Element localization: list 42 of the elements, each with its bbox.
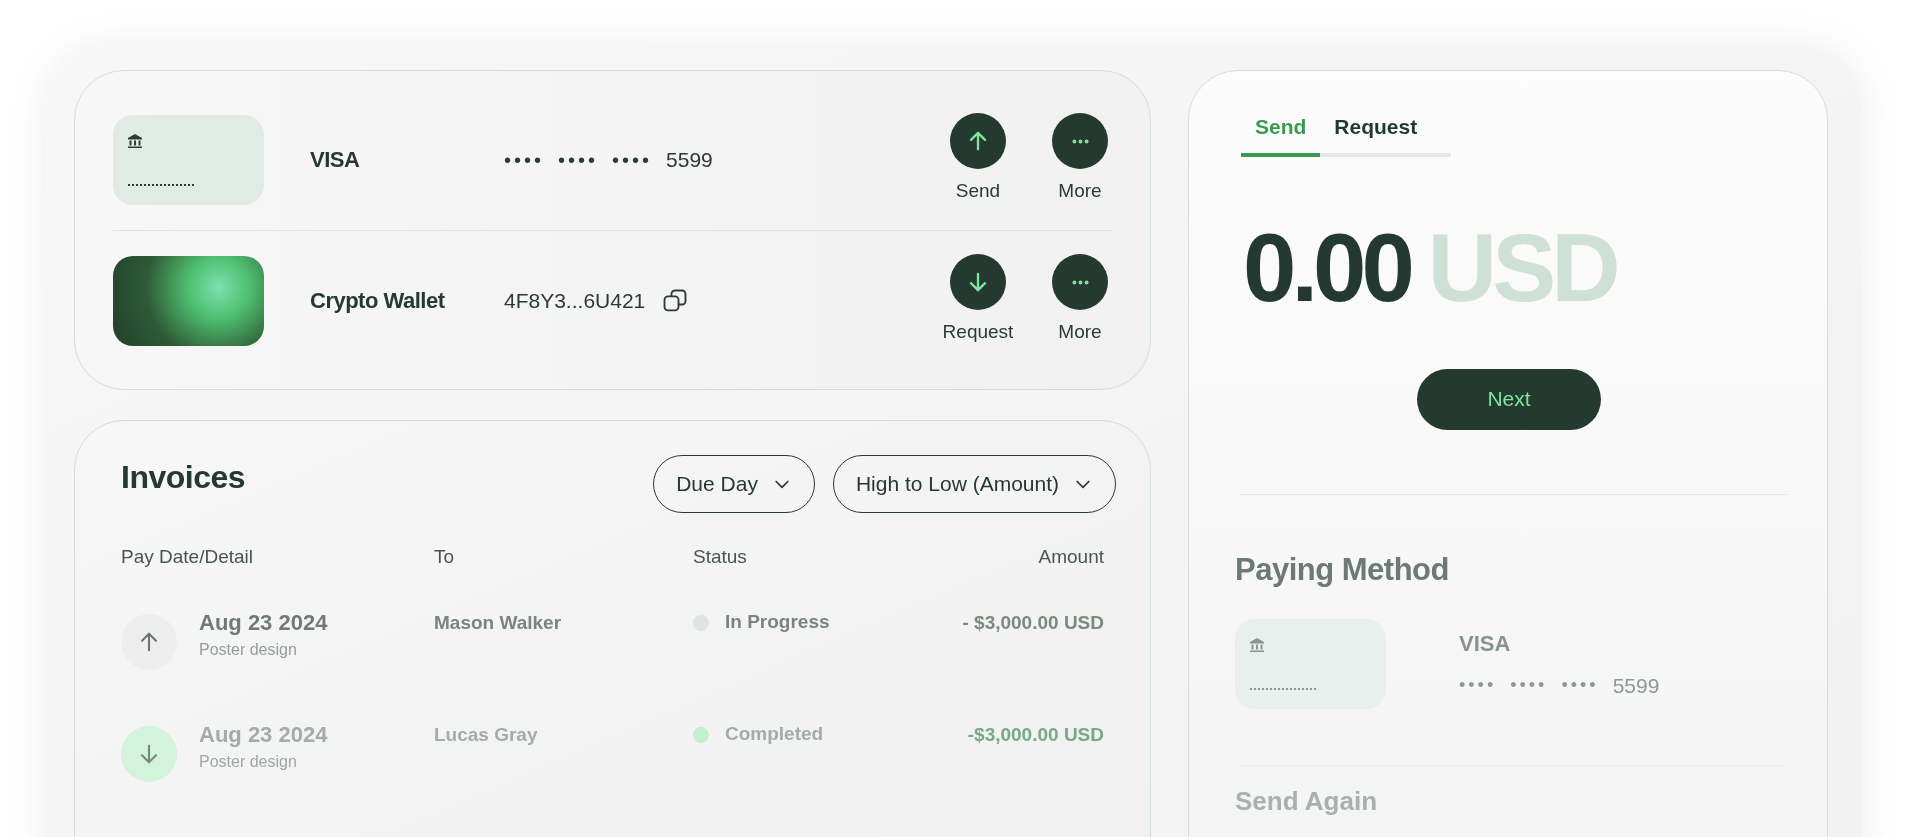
next-button[interactable]: Next — [1417, 368, 1601, 430]
invoice-date: Aug 23 2024 — [199, 720, 328, 749]
invoice-recipient: Mason Walker — [434, 610, 563, 635]
wallet-address: 4F8Y3...6U421 — [504, 287, 646, 314]
section-title: Paying Method — [1235, 550, 1450, 589]
masked-digits: •••• — [612, 147, 653, 173]
dotted-line-icon — [1249, 687, 1319, 691]
action-label: Request — [942, 320, 1014, 345]
dotted-line-icon — [127, 182, 197, 187]
invoice-status: Completed — [725, 722, 824, 747]
section-title: Send Again — [1235, 785, 1379, 818]
more-icon — [1071, 138, 1089, 144]
invoice-status: In Progress — [725, 610, 830, 635]
invoice-detail: Poster design — [199, 751, 298, 772]
column-header: To — [434, 545, 456, 569]
bank-icon — [1249, 637, 1265, 653]
invoice-amount: -$3,000.00 USD — [966, 722, 1104, 747]
column-header: Status — [693, 545, 748, 569]
masked-digits: •••• — [558, 147, 599, 173]
action-label: Send — [955, 179, 1001, 204]
more-icon — [1071, 279, 1089, 285]
masked-digits: •••• — [504, 147, 544, 173]
card-last-digits: 5599 — [1612, 672, 1660, 699]
amount-value: 0.00 — [1243, 212, 1410, 323]
account-name: Crypto Wallet — [309, 287, 446, 315]
card-last-digits: 5599 — [666, 146, 713, 173]
masked-digits: •••• — [1459, 674, 1497, 697]
card-name: VISA — [1459, 629, 1512, 658]
masked-digits: •••• — [1510, 674, 1548, 697]
column-header: Amount — [1037, 545, 1104, 569]
invoice-detail: Poster design — [199, 639, 298, 660]
invoice-recipient: Lucas Gray — [434, 722, 539, 747]
masked-digits: •••• — [1561, 674, 1599, 697]
bank-icon — [127, 132, 143, 149]
section-title: Invoices — [121, 458, 246, 497]
invoice-amount: - $3,000.00 USD — [961, 610, 1104, 635]
account-name: VISA — [309, 146, 361, 174]
column-header: Pay Date/Detail — [121, 545, 254, 569]
action-label: More — [1058, 179, 1102, 204]
action-label: More — [1058, 320, 1102, 345]
tab[interactable]: Request — [1320, 111, 1432, 157]
invoice-date: Aug 23 2024 — [199, 608, 328, 637]
